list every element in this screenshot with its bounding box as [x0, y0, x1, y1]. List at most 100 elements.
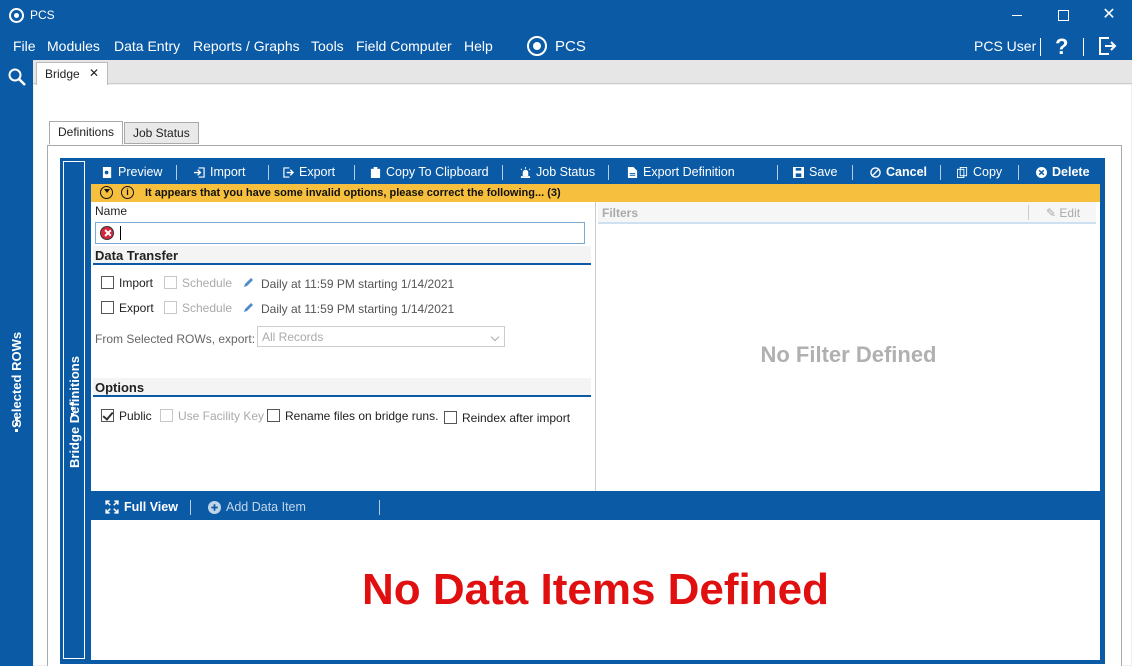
add-data-item-button[interactable]: Add Data Item	[208, 500, 306, 514]
export-icon	[283, 166, 294, 178]
import-checkbox[interactable]	[101, 276, 114, 289]
close-button[interactable]: ✕	[1086, 0, 1132, 30]
reindex-checkbox[interactable]	[444, 411, 457, 424]
definition-toolbar: Preview Import Export Copy To Clipboard	[92, 160, 1102, 184]
minimize-button[interactable]	[994, 0, 1040, 30]
tab-close-icon[interactable]: ✕	[89, 66, 99, 80]
job-status-button[interactable]: Job Status	[520, 165, 595, 179]
export-label: Export	[299, 165, 336, 179]
import-schedule-text: Daily at 11:59 PM starting 1/14/2021	[261, 277, 455, 291]
name-label: Name	[95, 204, 128, 218]
alarm-light-icon	[520, 166, 531, 178]
expand-icon	[105, 500, 119, 514]
copy-icon	[957, 166, 968, 178]
selected-rows-label[interactable]: Selected ROWs	[9, 332, 24, 428]
preview-label: Preview	[118, 165, 163, 179]
menu-tools[interactable]: Tools	[311, 38, 344, 54]
search-icon[interactable]	[8, 68, 26, 86]
text-caret	[120, 226, 121, 240]
export-definition-button[interactable]: Export Definition	[627, 165, 735, 179]
import-checkbox-label: Import	[119, 276, 154, 290]
title-bar: PCS ✕	[0, 0, 1132, 32]
copy-label: Copy	[973, 165, 1003, 179]
preview-button[interactable]: Preview	[102, 165, 162, 179]
full-view-button[interactable]: Full View	[105, 500, 178, 514]
export-schedule-checkbox[interactable]	[164, 301, 177, 314]
edit-pencil-icon[interactable]	[243, 301, 255, 313]
export-schedule-label: Schedule	[182, 301, 233, 315]
export-records-select[interactable]: All Records	[257, 326, 505, 347]
menu-data-entry[interactable]: Data Entry	[114, 38, 180, 54]
import-button[interactable]: Import	[194, 165, 245, 179]
bridge-definitions-strip[interactable]: Bridge Definitions	[63, 161, 85, 659]
export-button[interactable]: Export	[283, 165, 335, 179]
chevron-down-icon	[490, 332, 500, 342]
delete-icon	[1036, 166, 1047, 178]
left-pane: Name Data Transfer Import Schedule Daily…	[91, 202, 593, 491]
warning-message[interactable]: It appears that you have some invalid op…	[145, 187, 561, 199]
save-button[interactable]: Save	[793, 165, 838, 179]
rename-files-checkbox[interactable]	[267, 409, 280, 422]
collapse-toggle-icon[interactable]	[100, 186, 113, 199]
import-icon	[194, 166, 205, 178]
import-schedule-label: Schedule	[182, 276, 233, 290]
menu-field-computer[interactable]: Field Computer	[356, 38, 452, 54]
export-schedule-text: Daily at 11:59 PM starting 1/14/2021	[261, 302, 455, 316]
menu-modules[interactable]: Modules	[47, 38, 100, 54]
name-input[interactable]	[95, 222, 585, 244]
document-icon	[627, 166, 638, 178]
public-label: Public	[119, 409, 152, 423]
filters-title: Filters	[602, 206, 639, 220]
export-checkbox-label: Export	[119, 301, 154, 315]
info-icon: i	[121, 186, 134, 199]
document-tabbar: Bridge ✕	[33, 60, 1132, 85]
edit-filters-button[interactable]: ✎ Edit	[1046, 206, 1080, 220]
user-name[interactable]: PCS User	[974, 38, 1036, 54]
bridge-definitions-label: Bridge Definitions	[67, 356, 82, 468]
menu-help[interactable]: Help	[464, 38, 493, 54]
tab-bridge[interactable]: Bridge ✕	[36, 62, 108, 85]
window-title: PCS	[30, 8, 55, 22]
bridge-definitions-frame: Bridge Definitions Preview Import Export	[60, 158, 1105, 664]
job-status-label: Job Status	[536, 165, 596, 179]
tab-bridge-label: Bridge	[45, 67, 80, 81]
copy-to-clipboard-button[interactable]: Copy To Clipboard	[370, 165, 489, 179]
data-items-area: No Data Items Defined	[91, 520, 1100, 660]
use-facility-key-checkbox[interactable]	[160, 409, 173, 422]
pcs-logo-icon	[527, 36, 547, 56]
grip-handle[interactable]	[71, 402, 74, 416]
import-schedule-checkbox[interactable]	[164, 276, 177, 289]
logout-icon[interactable]	[1097, 36, 1117, 56]
copy-button[interactable]: Copy	[957, 165, 1002, 179]
tab-definitions[interactable]: Definitions	[49, 121, 124, 145]
toolbar-divider	[852, 165, 853, 180]
export-checkbox[interactable]	[101, 301, 114, 314]
toolbar-divider	[777, 165, 778, 180]
menu-reports-graphs[interactable]: Reports / Graphs	[193, 38, 300, 54]
cancel-button[interactable]: Cancel	[870, 165, 927, 179]
delete-button[interactable]: Delete	[1036, 165, 1090, 179]
clipboard-icon	[370, 166, 381, 178]
bridge-panel: Definitions Job Status Bridge Definition…	[34, 85, 1131, 666]
public-checkbox[interactable]	[101, 409, 114, 422]
help-icon[interactable]: ?	[1055, 34, 1068, 60]
grip-handle[interactable]	[15, 418, 18, 432]
definition-form: Name Data Transfer Import Schedule Daily…	[91, 202, 1100, 491]
menu-divider	[1040, 38, 1041, 56]
toolbar-divider	[608, 165, 609, 180]
edit-pencil-icon[interactable]	[243, 276, 255, 288]
maximize-button[interactable]	[1040, 0, 1086, 30]
use-facility-key-label: Use Facility Key	[178, 409, 265, 423]
toolbar-divider	[379, 500, 380, 515]
app-icon	[9, 8, 24, 23]
main-area: Bridge ✕ Definitions Job Status Bridge D…	[33, 60, 1132, 666]
save-label: Save	[809, 165, 838, 179]
left-sidebar: Selected ROWs	[0, 60, 33, 666]
preview-icon	[102, 166, 112, 178]
data-transfer-heading: Data Transfer	[93, 246, 591, 265]
brand-label: PCS	[555, 37, 586, 55]
tab-job-status[interactable]: Job Status	[124, 122, 199, 144]
menu-file[interactable]: File	[13, 38, 36, 54]
cancel-icon	[870, 166, 881, 178]
copy-to-clipboard-label: Copy To Clipboard	[386, 165, 489, 179]
